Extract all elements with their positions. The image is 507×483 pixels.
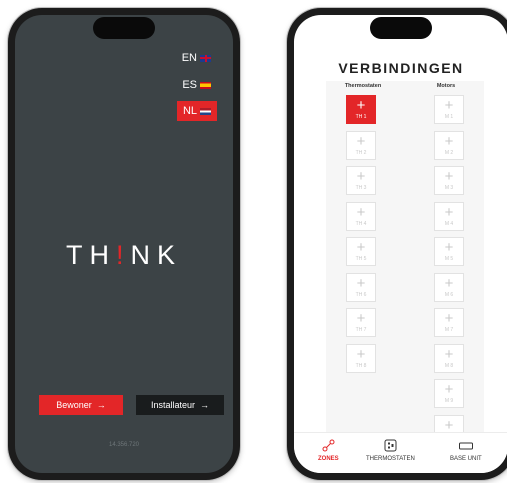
thermostat-slot-label: TH 8: [355, 362, 367, 369]
thermostats-column-header: Thermostaten: [344, 83, 382, 89]
resident-button-label: Bewoner: [56, 400, 92, 410]
dynamic-island: [93, 17, 155, 39]
motor-slot-label: M 9: [444, 398, 454, 404]
thermostat-slot-label: TH 2: [355, 149, 367, 156]
thermostat-slot-label: TH 3: [355, 185, 367, 191]
login-screen: EN ES NL TH!NK Bewoner → Installateur → …: [15, 15, 233, 473]
language-option-nl[interactable]: NL: [176, 101, 217, 121]
plus-icon: +: [356, 239, 366, 256]
motor-slot-label: M 1: [444, 114, 454, 120]
language-code: EN: [181, 52, 197, 64]
thermostat-slot[interactable]: + TH 7: [346, 308, 376, 337]
phone-connections: VERBINDINGEN Thermostaten Motors + TH 1 + T…: [287, 8, 507, 480]
motor-slot-label: M 4: [444, 220, 454, 227]
arrow-right-icon: →: [96, 400, 106, 410]
plus-icon: +: [356, 274, 366, 292]
thermostat-slot[interactable]: + TH 2: [346, 130, 376, 160]
thermostat-slot-label: TH 7: [355, 327, 367, 333]
arrow-right-icon: →: [200, 400, 210, 410]
motor-slot[interactable]: + M 6: [434, 272, 464, 302]
motor-slot[interactable]: + M 2: [434, 130, 464, 160]
language-code: ES: [182, 79, 197, 91]
motor-slot-label: M 7: [444, 327, 454, 333]
plus-icon: +: [444, 168, 454, 185]
motor-slot-label: M 8: [444, 362, 454, 369]
plus-icon: +: [444, 310, 454, 327]
motor-slot-label: M 3: [444, 185, 454, 191]
plus-icon: +: [356, 97, 366, 114]
language-option-es[interactable]: ES: [182, 79, 211, 91]
plus-icon: +: [356, 345, 366, 363]
plus-icon: +: [356, 310, 366, 327]
logo-text-start: TH: [65, 240, 116, 270]
plus-icon: +: [444, 239, 454, 256]
es-flag-icon: [200, 81, 211, 89]
thermostat-slot[interactable]: + TH 3: [346, 166, 376, 195]
nav-base-unit[interactable]: BASE UNIT: [450, 439, 482, 462]
motor-slot[interactable]: + M 8: [434, 343, 464, 373]
logo-text-end: NK: [130, 240, 183, 270]
plus-icon: +: [444, 97, 454, 114]
nl-flag-icon: [200, 107, 211, 115]
plus-icon: +: [444, 345, 454, 363]
motor-slot-label: M 2: [444, 149, 454, 156]
plus-icon: +: [356, 132, 366, 150]
bottom-nav: ZONES THERMOSTATEN BASE UNIT: [294, 432, 507, 473]
plus-icon: +: [444, 381, 454, 398]
uk-flag-icon: [200, 54, 211, 62]
base-unit-icon: [458, 439, 473, 452]
nav-thermostats-label: THERMOSTATEN: [366, 456, 415, 462]
thermostat-slot-label: TH 5: [355, 256, 367, 262]
thermostat-slot[interactable]: + TH 8: [346, 343, 376, 373]
plus-icon: +: [444, 203, 454, 221]
motor-slot-label: M 6: [444, 291, 454, 298]
motor-slot[interactable]: + M 3: [434, 166, 464, 195]
thermostat-slot-label: TH 6: [355, 291, 367, 298]
thermostat-slot[interactable]: + TH 4: [346, 201, 376, 231]
thermostat-slot[interactable]: + TH 6: [346, 272, 376, 302]
thermostat-slot[interactable]: + TH 5: [346, 237, 376, 266]
think-logo: TH!NK: [15, 240, 233, 271]
motor-slot[interactable]: + M 4: [434, 201, 464, 231]
phone-login: EN ES NL TH!NK Bewoner → Installateur → …: [8, 8, 240, 480]
thermostat-slot-label: TH 1: [355, 114, 367, 120]
motor-slot[interactable]: + M 5: [434, 237, 464, 266]
nav-base-unit-label: BASE UNIT: [450, 456, 482, 462]
plus-icon: +: [444, 274, 454, 292]
thermostat-slot-label: TH 4: [355, 220, 367, 227]
thermostat-slot[interactable]: + TH 1: [346, 95, 376, 124]
page-title: VERBINDINGEN: [338, 60, 464, 76]
nav-zones[interactable]: ZONES: [318, 439, 339, 462]
zones-icon: [321, 439, 335, 452]
version-text: 14.356.720: [108, 442, 140, 448]
plus-icon: +: [444, 132, 454, 150]
motors-column-header: Motors: [436, 83, 456, 89]
motor-slot[interactable]: + M 7: [434, 308, 464, 337]
motor-slot-label: M 5: [444, 256, 454, 262]
nav-thermostats[interactable]: THERMOSTATEN: [366, 439, 415, 462]
language-code: NL: [182, 105, 197, 117]
plus-icon: +: [444, 416, 454, 434]
resident-button[interactable]: Bewoner →: [39, 395, 123, 415]
installer-button[interactable]: Installateur →: [136, 395, 224, 415]
logo-accent: !: [115, 240, 131, 270]
dynamic-island: [370, 17, 432, 39]
connections-screen: VERBINDINGEN Thermostaten Motors + TH 1 + T…: [294, 15, 507, 473]
motor-slot[interactable]: + M 1: [434, 95, 464, 124]
nav-zones-label: ZONES: [318, 456, 339, 462]
plus-icon: +: [356, 168, 366, 185]
plus-icon: +: [356, 203, 366, 221]
thermostat-icon: [383, 439, 397, 452]
language-option-en[interactable]: EN: [182, 52, 211, 64]
motor-slot[interactable]: + M 9: [434, 379, 464, 408]
installer-button-label: Installateur: [150, 400, 196, 410]
